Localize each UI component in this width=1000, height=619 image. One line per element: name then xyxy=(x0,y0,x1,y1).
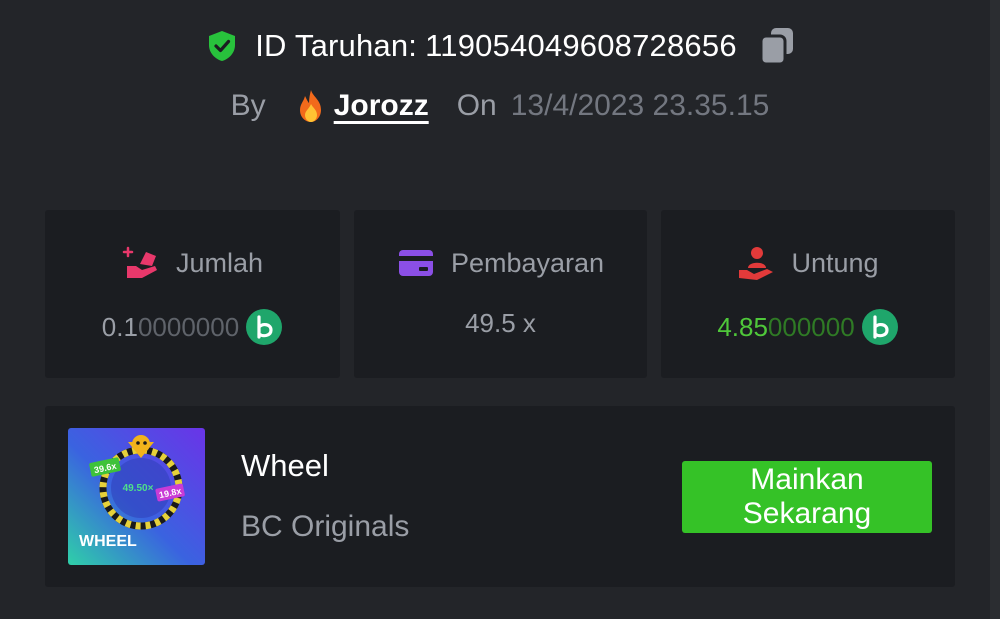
bet-id-text: ID Taruhan: 119054049608728656 xyxy=(255,28,737,64)
profit-value: 4.85 xyxy=(717,311,768,342)
play-now-button[interactable]: Mainkan Sekarang xyxy=(682,461,932,533)
amount-label: Jumlah xyxy=(175,247,264,278)
profit-label: Untung xyxy=(791,247,879,278)
flame-icon xyxy=(299,90,321,122)
game-name[interactable]: Wheel xyxy=(241,448,329,484)
bet-id-label: ID Taruhan: xyxy=(255,28,418,63)
amount-card: Jumlah 0.1 0000000 xyxy=(45,210,340,378)
profit-hand-icon xyxy=(739,247,774,280)
payout-title: Pembayaran xyxy=(354,244,647,282)
author-row: By Jorozz On 13/4/2023 23.35.15 xyxy=(0,83,1000,129)
username[interactable]: Jorozz xyxy=(334,89,429,123)
thumb-center-multiplier: 49.50× xyxy=(123,483,154,494)
payout-label: Pembayaran xyxy=(450,247,605,278)
bet-datetime: 13/4/2023 23.35.15 xyxy=(510,89,770,122)
wheel-game-thumbnail[interactable]: 39.6x 49.50× 19.8x WHEEL xyxy=(68,428,205,565)
amount-title: Jumlah xyxy=(45,244,340,282)
amount-value-row: 0.1 0000000 xyxy=(45,308,340,346)
amount-value-trailing-zeros: 0000000 xyxy=(137,311,240,342)
bc-coin-icon xyxy=(861,309,898,345)
profit-card: Untung 4.85 000000 xyxy=(661,210,955,378)
by-label: By xyxy=(230,89,266,122)
verified-shield-icon xyxy=(209,31,236,61)
on-label: On xyxy=(456,89,497,122)
payout-value: 49.5 x xyxy=(465,308,536,338)
game-provider: BC Originals xyxy=(241,510,410,543)
bet-id-row: ID Taruhan: 119054049608728656 xyxy=(0,22,1000,70)
amount-value: 0.1 xyxy=(101,311,138,342)
profit-value-trailing-zeros: 000000 xyxy=(767,311,855,342)
game-card: 39.6x 49.50× 19.8x WHEEL Wheel BC Origin… xyxy=(45,406,955,587)
payout-value-row: 49.5 x xyxy=(354,308,647,339)
profit-title: Untung xyxy=(661,244,955,282)
copy-icon[interactable] xyxy=(759,26,795,66)
thumb-wheel-label: WHEEL xyxy=(79,533,137,550)
payout-card: Pembayaran 49.5 x xyxy=(354,210,647,378)
credit-card-icon xyxy=(398,250,433,276)
bet-id-value: 119054049608728656 xyxy=(425,28,737,63)
username-link[interactable]: Jorozz xyxy=(296,88,429,124)
profit-value-row: 4.85 000000 xyxy=(661,308,955,346)
bc-coin-icon xyxy=(246,309,283,345)
bet-amount-icon xyxy=(122,246,157,278)
